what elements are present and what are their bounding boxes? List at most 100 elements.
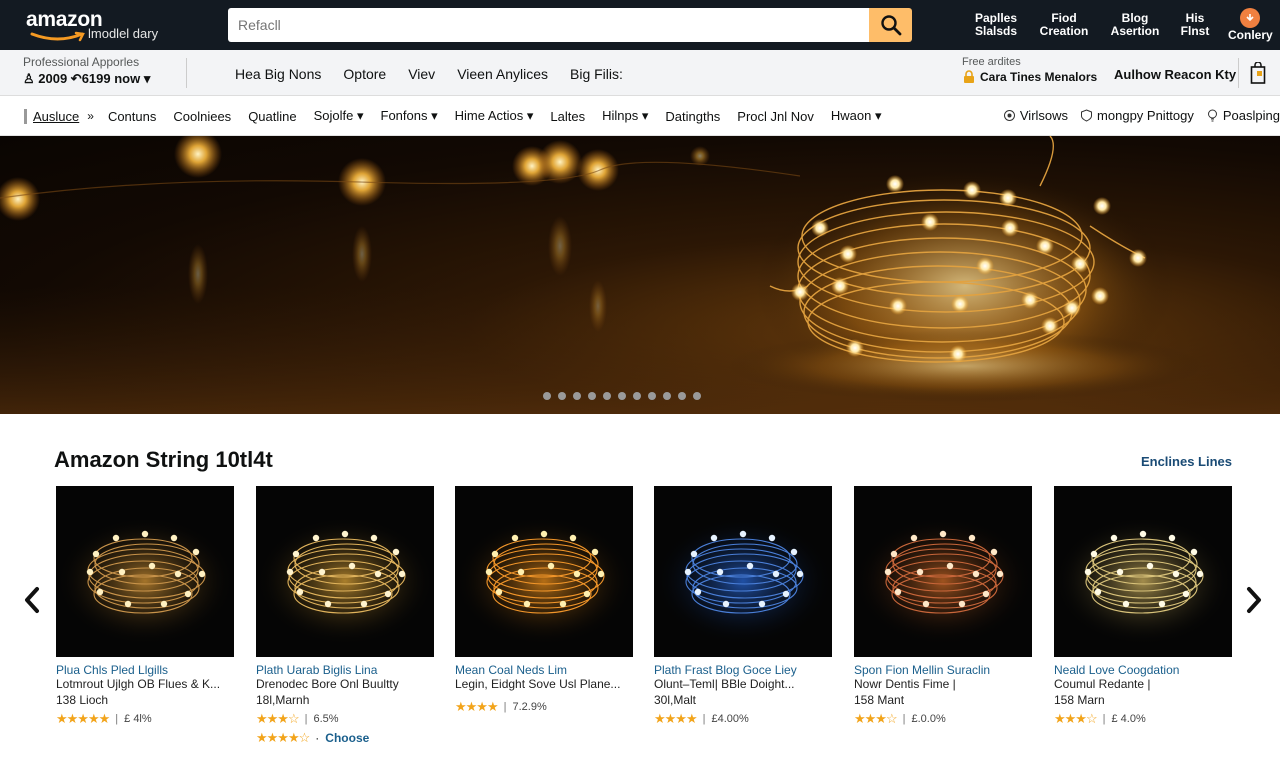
search-button[interactable] — [869, 8, 912, 42]
sub-nav-item-3[interactable]: Viev — [408, 66, 435, 82]
see-more-link[interactable]: Enclines Lines — [1141, 454, 1232, 469]
category-item-4[interactable]: Quatline — [248, 109, 296, 124]
light-bulb — [968, 534, 976, 542]
carousel-dot[interactable] — [633, 392, 641, 400]
amazon-logo[interactable]: amazon lmodlel dary — [26, 9, 176, 43]
product-card[interactable]: Plua Chls Pled Llgills Lotmrout Ujlgh OB… — [56, 486, 234, 727]
light-bulb — [559, 600, 567, 608]
sub-nav-item-2[interactable]: Optore — [343, 66, 386, 82]
carousel-dot[interactable] — [678, 392, 686, 400]
carousel-dot[interactable] — [558, 392, 566, 400]
light-bulb — [511, 534, 519, 542]
product-card[interactable]: Spon Fion Mellin Suraclin Nowr Dentis Fi… — [854, 486, 1032, 727]
hero-banner[interactable] — [0, 136, 1280, 414]
product-card[interactable]: Plath Uarab Biglis Lina Drenodec Bore On… — [256, 486, 434, 746]
light-bulb — [796, 570, 804, 578]
product-card[interactable]: Plath Frast Blog Goce Liey Olunt–Teml| B… — [654, 486, 832, 727]
light-bulb — [990, 548, 998, 556]
section-title: Amazon String 10tl4t — [54, 447, 273, 472]
light-bulb — [1063, 299, 1081, 317]
product-title[interactable]: Plath Frast Blog Goce Liey — [654, 663, 832, 677]
carousel-dot[interactable] — [693, 392, 701, 400]
rating-stars[interactable]: ★★★★★ — [56, 711, 110, 727]
product-title[interactable]: Neald Love Coogdation — [1054, 663, 1232, 677]
category-item-1[interactable]: Ausluce — [24, 108, 79, 124]
sub-nav-item-4[interactable]: Vieen Anylices — [457, 66, 548, 82]
bag-icon[interactable] — [1250, 62, 1266, 84]
carousel-dot[interactable] — [603, 392, 611, 400]
light-bulb — [1190, 548, 1198, 556]
utility-link-1[interactable]: Virlsows — [1003, 108, 1068, 123]
rating-stars[interactable]: ★★★★ — [654, 711, 698, 727]
category-item-9[interactable]: Hilnps ▾ — [602, 108, 648, 124]
category-item-7[interactable]: Hime Actios ▾ — [455, 108, 534, 124]
product-card[interactable]: Mean Coal Neds Lim Legin, Eidght Sove Us… — [455, 486, 633, 715]
light-bulb — [710, 534, 718, 542]
rating-stars[interactable]: ★★★☆ — [256, 711, 300, 727]
light-bulb — [170, 534, 178, 542]
light-bulb — [148, 562, 156, 570]
category-item-10[interactable]: Datingths — [665, 109, 720, 124]
product-image[interactable] — [1054, 486, 1232, 657]
light-bulb — [790, 548, 798, 556]
carousel-dot[interactable] — [588, 392, 596, 400]
product-image[interactable] — [56, 486, 234, 657]
product-title[interactable]: Plath Uarab Biglis Lina — [256, 663, 434, 677]
category-item-6[interactable]: Fonfons ▾ — [381, 108, 438, 124]
header-link-2-line2: Creation — [1039, 24, 1089, 38]
sub-nav-item-1[interactable]: Hea Big Nons — [235, 66, 321, 82]
rating-stars[interactable]: ★★★☆ — [1054, 711, 1098, 727]
deliver-location: ♙ 2009 ↶6199 now ▾ — [23, 71, 151, 86]
light-bulb — [946, 562, 954, 570]
product-image[interactable] — [256, 486, 434, 657]
sub-nav-item-5[interactable]: Big Filis: — [570, 66, 623, 82]
product-title[interactable]: Plua Chls Pled Llgills — [56, 663, 234, 677]
light-bulb — [312, 534, 320, 542]
light-bulb — [485, 568, 493, 576]
product-image[interactable] — [654, 486, 832, 657]
promo-block[interactable]: Free ardites Cara Tines Menalors — [962, 56, 1097, 84]
light-bulb — [1041, 317, 1059, 335]
carousel-dot[interactable] — [543, 392, 551, 400]
choose-options-link[interactable]: Choose — [325, 731, 369, 745]
more-arrows-icon[interactable]: » — [87, 109, 94, 123]
light-bulb — [916, 568, 924, 576]
product-price: £.0.0% — [911, 713, 946, 725]
carousel-dot[interactable] — [663, 392, 671, 400]
product-card[interactable]: Neald Love Coogdation Coumul Redante | 1… — [1054, 486, 1232, 727]
category-nav: Ausluce » Contuns Coolniees Quatline Soj… — [0, 96, 1280, 136]
category-item-8[interactable]: Laltes — [550, 109, 585, 124]
light-bulb — [374, 570, 382, 578]
category-item-2[interactable]: Contuns — [108, 109, 156, 124]
category-item-5[interactable]: Sojolfe ▾ — [314, 108, 364, 124]
light-bulb — [772, 570, 780, 578]
header-link-2[interactable]: Fiod Creation — [1028, 12, 1100, 38]
category-item-11[interactable]: Procl Jnl Nov — [737, 109, 814, 124]
utility-link-1-label: Virlsows — [1019, 108, 1069, 123]
carousel-prev-button[interactable] — [20, 582, 44, 618]
deliver-to[interactable]: Professional Apporles ♙ 2009 ↶6199 now ▾ — [23, 55, 150, 87]
rating-stars[interactable]: ★★★★ — [455, 699, 499, 715]
utility-link-2[interactable]: mongpy Pnittogy — [1080, 108, 1194, 123]
category-item-3[interactable]: Coolniees — [173, 109, 231, 124]
search-input[interactable] — [228, 8, 869, 42]
carousel-dot[interactable] — [618, 392, 626, 400]
rating-stars[interactable]: ★★★☆ — [854, 711, 898, 727]
carousel-dot[interactable] — [648, 392, 656, 400]
header-link-1[interactable]: Paplles Slalsds — [964, 12, 1028, 38]
utility-link-3[interactable]: Poaslping — [1206, 108, 1280, 123]
author-link[interactable]: Aulhow Reacon Kty — [1114, 67, 1236, 82]
light-bulb — [976, 257, 994, 275]
header-link-3[interactable]: Blog Asertion — [1100, 12, 1170, 38]
product-image[interactable] — [455, 486, 633, 657]
carousel-next-button[interactable] — [1242, 582, 1266, 618]
header-link-4[interactable]: His Flnst — [1170, 12, 1220, 38]
string-lights-thumbnail — [455, 516, 633, 646]
category-item-12[interactable]: Hwaon ▾ — [831, 108, 882, 124]
cart-link[interactable]: Conlery — [1220, 8, 1280, 42]
product-title[interactable]: Mean Coal Neds Lim — [455, 663, 633, 677]
rating-stars[interactable]: ★★★★☆ — [256, 730, 310, 746]
carousel-dot[interactable] — [573, 392, 581, 400]
product-title[interactable]: Spon Fion Mellin Suraclin — [854, 663, 1032, 677]
product-image[interactable] — [854, 486, 1032, 657]
